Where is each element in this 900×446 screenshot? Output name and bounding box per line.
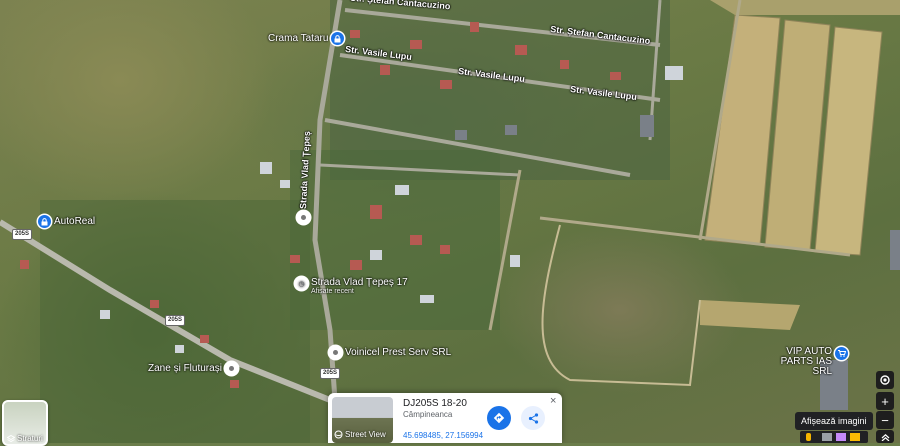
place-pin-icon <box>329 346 342 359</box>
crosshair-icon <box>880 375 890 385</box>
zoom-out-button[interactable]: − <box>876 411 894 429</box>
poi-label: Crama Tataru <box>268 33 329 44</box>
lock-icon <box>331 32 345 45</box>
poi-label: Zane și Fluturași <box>148 363 222 374</box>
show-imagery-tooltip: Afișează imagini <box>795 412 873 430</box>
road-shield: 205S <box>320 368 341 379</box>
road-network <box>0 0 900 443</box>
lock-icon <box>38 215 51 228</box>
poi-vip-auto-parts[interactable]: VIP AUTO PARTS IAS SRL <box>778 347 848 377</box>
my-location-button[interactable] <box>876 371 894 389</box>
layers-label: Straturi <box>17 434 43 443</box>
poi-subtitle: Afișate recent <box>311 288 354 295</box>
poi-voinicel-prest-serv[interactable]: Voinicel Prest Serv SRL <box>329 346 451 359</box>
place-pin-icon <box>224 362 238 375</box>
shopping-cart-icon <box>835 347 848 360</box>
place-pin-icon[interactable] <box>297 211 310 224</box>
poi-label: VIP AUTO PARTS IAS SRL <box>780 346 832 377</box>
poi-label: Voinicel Prest Serv SRL <box>345 347 452 358</box>
poi-label: Strada Vlad Țepeș 17 <box>311 277 408 288</box>
zoom-in-button[interactable]: + <box>876 392 894 410</box>
road-shield: 205S <box>12 229 33 240</box>
chevron-up-icon <box>881 433 889 441</box>
street-view-icon <box>334 430 343 439</box>
poi-autoreal[interactable]: AutoReal <box>38 215 95 228</box>
expand-imagery-button[interactable] <box>876 430 894 443</box>
share-icon <box>528 412 538 424</box>
share-button[interactable] <box>521 406 545 430</box>
layers-button[interactable]: Straturi <box>2 400 48 446</box>
pegman-icon <box>806 433 811 441</box>
poi-label: AutoReal <box>54 216 96 227</box>
directions-button[interactable] <box>487 406 511 430</box>
directions-icon <box>493 412 505 424</box>
place-locality: Câmpineanca <box>403 410 453 419</box>
imagery-strip[interactable] <box>800 431 868 443</box>
place-address: DJ205S 18-20 <box>403 398 467 409</box>
place-coordinates[interactable]: 45.698485, 27.156994 <box>403 431 483 440</box>
place-info-card[interactable]: Street View DJ205S 18-20 Câmpineanca 45.… <box>328 393 562 443</box>
poi-strada-vlad-tepes-17[interactable]: ◷ Strada Vlad Țepeș 17 Afișate recent <box>295 277 408 295</box>
history-pin-icon: ◷ <box>295 277 308 290</box>
close-button[interactable]: × <box>550 396 556 407</box>
poi-zane-si-fluturasi[interactable]: Zane și Fluturași <box>148 362 238 375</box>
street-view-thumbnail[interactable]: Street View <box>332 397 393 443</box>
poi-crama-tataru[interactable]: Crama Tataru <box>268 32 345 45</box>
street-view-label: Street View <box>345 430 386 439</box>
layers-icon <box>7 434 15 442</box>
road-shield: 205S <box>165 315 186 326</box>
satellite-map[interactable]: Strada Vlad Țepeș Str. Vasile Lupu Str. … <box>0 0 900 443</box>
